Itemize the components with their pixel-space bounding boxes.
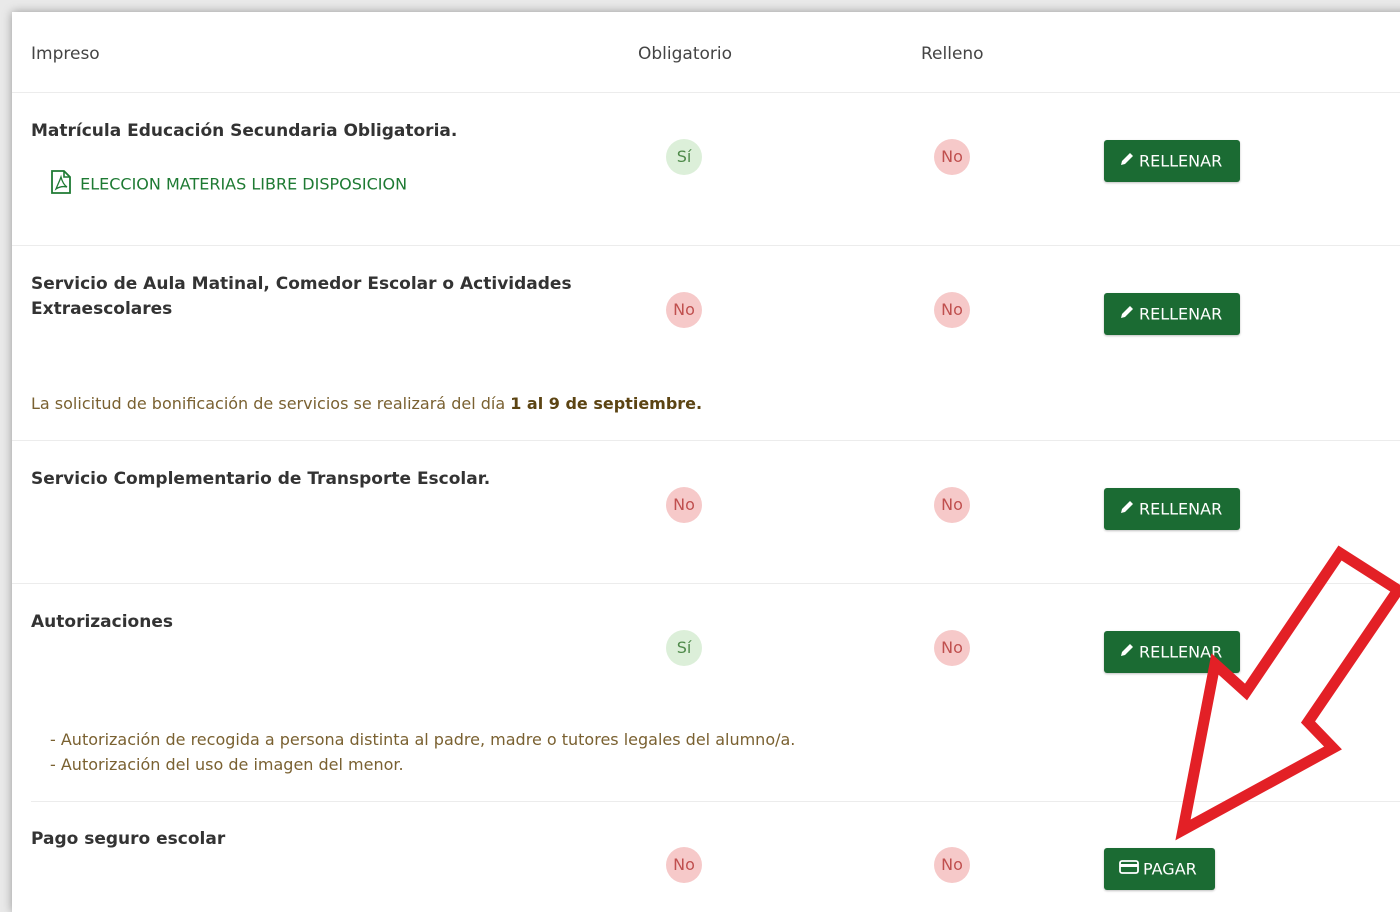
row-title-line: Extraescolares	[31, 299, 173, 319]
document-link-eleccion-materias[interactable]: ELECCION MATERIAS LIBRE DISPOSICION	[50, 170, 407, 198]
autorizacion-item: - Autorización del uso de imagen del men…	[50, 755, 404, 774]
column-header-impreso: Impreso	[31, 44, 100, 64]
pagar-button[interactable]: PAGAR	[1104, 848, 1215, 890]
column-header-obligatorio: Obligatorio	[638, 44, 733, 64]
column-header-relleno: Relleno	[921, 44, 984, 64]
obligatorio-badge: Sí	[666, 139, 702, 175]
relleno-badge: No	[934, 630, 970, 666]
rellenar-button[interactable]: RELLENAR	[1104, 631, 1240, 673]
pencil-icon	[1119, 489, 1135, 531]
bonificacion-note-dates: 1 al 9 de septiembre.	[510, 394, 703, 413]
rellenar-button[interactable]: RELLENAR	[1104, 488, 1240, 530]
row-divider	[12, 245, 1400, 246]
row-divider	[12, 583, 1400, 584]
pencil-icon	[1119, 141, 1135, 183]
row-title-autorizaciones: Autorizaciones	[31, 612, 173, 632]
bonificacion-note-text: La solicitud de bonificación de servicio…	[31, 394, 511, 413]
row-title-matricula: Matrícula Educación Secundaria Obligator…	[31, 121, 458, 141]
bonificacion-note: La solicitud de bonificación de servicio…	[31, 394, 702, 413]
rellenar-button[interactable]: RELLENAR	[1104, 293, 1240, 335]
rellenar-button-label: RELLENAR	[1139, 304, 1223, 324]
rellenar-button-label: RELLENAR	[1139, 499, 1223, 519]
row-divider	[31, 801, 1400, 802]
pdf-file-icon	[50, 170, 72, 198]
pagar-button-label: PAGAR	[1143, 859, 1197, 879]
document-link-label: ELECCION MATERIAS LIBRE DISPOSICION	[80, 174, 408, 194]
row-title-pago-seguro: Pago seguro escolar	[31, 829, 226, 849]
rellenar-button[interactable]: RELLENAR	[1104, 140, 1240, 182]
obligatorio-badge: No	[666, 847, 702, 883]
pencil-icon	[1119, 294, 1135, 336]
row-title-aula-matinal: Servicio de Aula Matinal, Comedor Escola…	[31, 272, 572, 322]
obligatorio-badge: Sí	[666, 630, 702, 666]
row-divider	[12, 440, 1400, 441]
relleno-badge: No	[934, 139, 970, 175]
pencil-icon	[1119, 632, 1135, 674]
rellenar-button-label: RELLENAR	[1139, 151, 1223, 171]
header-divider	[12, 92, 1400, 93]
relleno-badge: No	[934, 292, 970, 328]
relleno-badge: No	[934, 487, 970, 523]
autorizaciones-details: - Autorización de recogida a persona dis…	[50, 727, 795, 777]
credit-card-icon	[1119, 849, 1139, 891]
rellenar-button-label: RELLENAR	[1139, 642, 1223, 662]
obligatorio-badge: No	[666, 487, 702, 523]
autorizacion-item: - Autorización de recogida a persona dis…	[50, 730, 796, 749]
row-title-line: Servicio de Aula Matinal, Comedor Escola…	[31, 274, 572, 294]
relleno-badge: No	[934, 847, 970, 883]
obligatorio-badge: No	[666, 292, 702, 328]
row-title-transporte: Servicio Complementario de Transporte Es…	[31, 469, 491, 489]
